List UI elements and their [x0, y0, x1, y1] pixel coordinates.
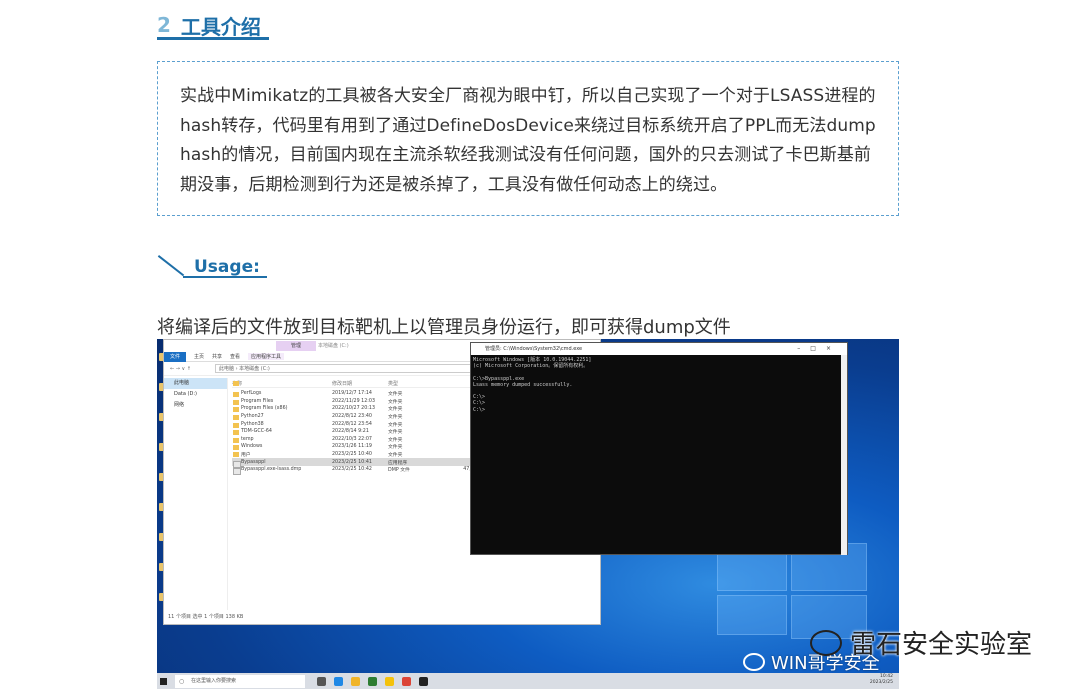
section-number: 2	[157, 13, 171, 37]
cmd-title: 管理员: C:\Windows\System32\cmd.exe	[485, 346, 583, 352]
start-button[interactable]	[157, 673, 169, 689]
explorer-icon[interactable]	[385, 676, 394, 686]
edge-icon[interactable]	[334, 676, 343, 686]
system-tray-clock[interactable]: 10:42 2023/2/25	[870, 674, 893, 686]
usage-heading: Usage:	[157, 255, 277, 285]
file-name: temp	[232, 437, 332, 443]
col-name[interactable]: 名称	[232, 380, 332, 387]
nav-data-drive[interactable]: Data (D:)	[164, 389, 227, 400]
file-type: 文件夹	[388, 445, 403, 451]
ribbon-app-tools-tab[interactable]: 应用程序工具	[248, 353, 285, 360]
file-date: 2022/10/27 20:13	[332, 406, 375, 412]
cmd-output: Microsoft Windows [版本 10.0.19044.2251] (…	[473, 357, 592, 413]
ribbon-view-tab[interactable]: 查看	[230, 353, 240, 360]
ribbon-file-tab[interactable]: 文件	[164, 351, 186, 362]
store-icon[interactable]	[368, 676, 377, 686]
folder-icon[interactable]	[351, 676, 360, 686]
file-name: Windows	[232, 444, 332, 451]
taskbar: 在这里输入你要搜索 10:42 2023/2/25	[157, 673, 899, 689]
chrome-icon[interactable]	[402, 676, 411, 686]
file-date: 2023/2/25 10:41	[332, 459, 372, 465]
file-type: 文件夹	[388, 399, 403, 405]
col-date[interactable]: 修改日期	[332, 380, 388, 387]
file-type: 文件夹	[388, 437, 403, 443]
taskbar-search[interactable]: 在这里输入你要搜索	[175, 674, 305, 688]
explorer-status-bar: 11 个项目 选中 1 个项目 138 KB	[168, 614, 244, 620]
nav-network[interactable]: 网络	[164, 400, 227, 411]
article-page: 2 工具介绍 实战中Mimikatz的工具被各大安全厂商视为眼中钉，所以自己实现…	[0, 0, 1080, 689]
taskbar-apps	[317, 676, 428, 686]
file-name: Python38	[232, 422, 332, 428]
cmd-icon[interactable]	[419, 676, 428, 686]
file-date: 2023/2/25 10:40	[332, 452, 372, 458]
file-type: 文件夹	[388, 422, 403, 428]
file-type: 文件夹	[388, 430, 403, 436]
wechat-icon	[810, 629, 842, 656]
file-name: Bypassppl.exe-lsass.dmp	[232, 467, 332, 476]
file-name: Program Files (x86)	[232, 406, 332, 413]
file-name: Python27	[232, 414, 332, 421]
ribbon-home-tab[interactable]: 主页	[194, 353, 204, 360]
section-title: 工具介绍	[180, 14, 261, 39]
file-name: TDM-GCC-64	[232, 429, 332, 436]
file-date: 2022/8/12 23:40	[332, 414, 372, 420]
wechat-icon	[743, 653, 765, 671]
file-type: 文件夹	[388, 392, 403, 398]
cmd-titlebar: 管理员: C:\Windows\System32\cmd.exe –□×	[471, 343, 847, 355]
explorer-title: 本地磁盘 (C:)	[318, 343, 349, 349]
screenshot-image: 管理 本地磁盘 (C:) –□× 文件 主页 共享 查看 应用程序工具 ← → …	[157, 339, 899, 689]
file-type: 文件夹	[388, 407, 403, 413]
file-date: 2022/10/3 22:07	[332, 436, 372, 442]
file-date: 2022/8/12 23:54	[332, 421, 372, 427]
file-name: Bypassppl	[232, 460, 332, 468]
file-name: Program Files	[232, 399, 332, 405]
usage-label: Usage:	[194, 257, 260, 277]
nav-arrows[interactable]: ← → ∨ ↑	[170, 366, 191, 372]
file-name: PerfLogs	[232, 391, 332, 398]
cmd-window: 管理员: C:\Windows\System32\cmd.exe –□× Mic…	[470, 342, 848, 555]
ribbon-share-tab[interactable]: 共享	[212, 353, 222, 360]
file-date: 2023/2/25 10:42	[332, 467, 372, 473]
usage-description: 将编译后的文件放到目标靶机上以管理员身份运行，即可获得dump文件	[157, 317, 731, 338]
cmd-window-controls[interactable]: –□×	[797, 343, 841, 355]
file-name: 用户	[232, 451, 332, 458]
nav-this-pc[interactable]: 此电脑	[164, 378, 227, 389]
section-underline	[157, 37, 269, 40]
file-date: 2022/8/14 9:21	[332, 429, 369, 435]
file-type: 应用程序	[388, 460, 408, 466]
windows-icon	[159, 677, 167, 685]
cmd-scrollbar[interactable]	[841, 355, 847, 555]
intro-box: 实战中Mimikatz的工具被各大安全厂商视为眼中钉，所以自己实现了一个对于LS…	[157, 61, 899, 216]
file-type: DMP 文件	[388, 468, 410, 474]
manage-tab[interactable]: 管理	[276, 341, 316, 351]
task-view-icon[interactable]	[317, 676, 326, 686]
file-date: 2019/12/7 17:14	[332, 391, 372, 397]
clock-date: 2023/2/25	[869, 680, 893, 685]
outer-watermark: 雷石安全实验室	[810, 624, 1032, 661]
intro-text: 实战中Mimikatz的工具被各大安全厂商视为眼中钉，所以自己实现了一个对于LS…	[180, 86, 876, 195]
file-type: 文件夹	[388, 415, 403, 421]
file-type: 文件夹	[388, 453, 403, 459]
explorer-nav-pane: 此电脑 Data (D:) 网络	[164, 378, 228, 610]
col-type[interactable]: 类型	[388, 380, 434, 387]
file-date: 2023/1/26 11:19	[332, 444, 372, 450]
outer-watermark-text: 雷石安全实验室	[850, 630, 1033, 660]
usage-slash-decoration	[157, 255, 185, 277]
file-date: 2022/11/29 12:03	[332, 398, 375, 404]
